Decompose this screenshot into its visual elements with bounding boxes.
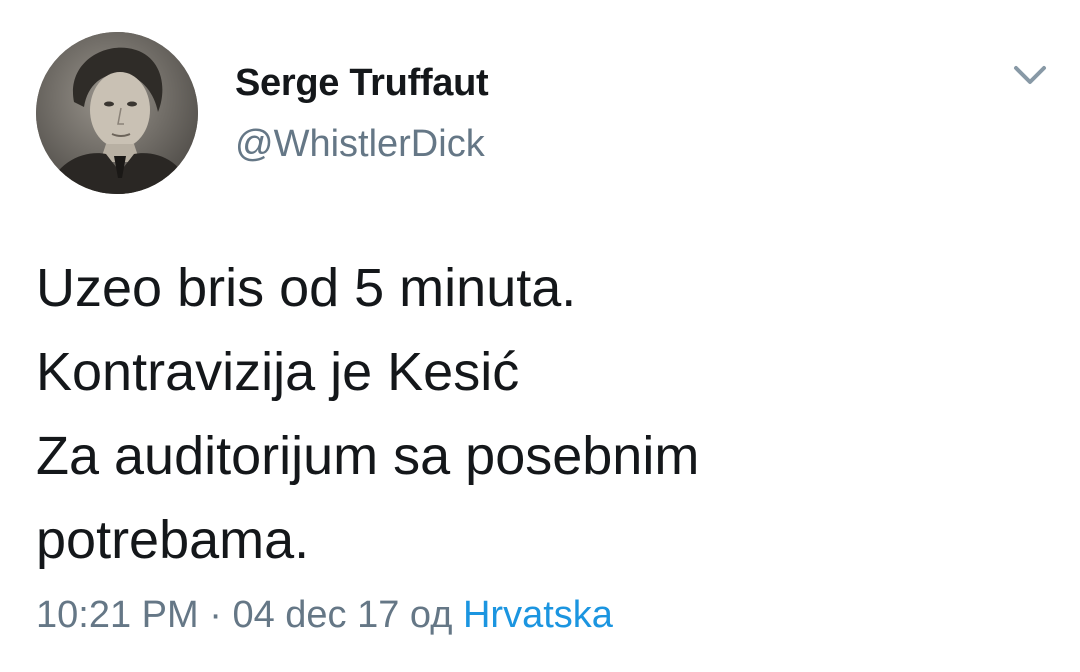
from-label: од [409, 594, 453, 636]
tweet-text: Uzeo bris od 5 minuta. Kontravizija je K… [36, 246, 1046, 582]
tweet-location-link[interactable]: Hrvatska [463, 594, 613, 636]
avatar-portrait-icon [36, 32, 198, 194]
tweet-date[interactable]: 04 dec 17 [232, 594, 399, 636]
meta-separator: · [209, 594, 222, 636]
tweet-text-line: Kontravizija je Kesić [36, 342, 520, 402]
tweet-text-line: Za auditorijum sa posebnim [36, 426, 700, 486]
tweet-text-line: Uzeo bris od 5 minuta. [36, 258, 577, 318]
tweet-options-button[interactable] [1008, 56, 1052, 96]
tweet-meta: 10:21 PM · 04 dec 17 од Hrvatska [36, 594, 613, 637]
tweet-text-line: potrebama. [36, 510, 310, 570]
avatar[interactable] [36, 32, 198, 194]
tweet-card: Serge Truffaut @WhistlerDick Uzeo bris o… [0, 0, 1080, 672]
display-name[interactable]: Serge Truffaut [235, 62, 489, 105]
tweet-time[interactable]: 10:21 PM [36, 594, 199, 636]
user-handle[interactable]: @WhistlerDick [235, 123, 485, 166]
chevron-down-icon [1014, 66, 1046, 84]
